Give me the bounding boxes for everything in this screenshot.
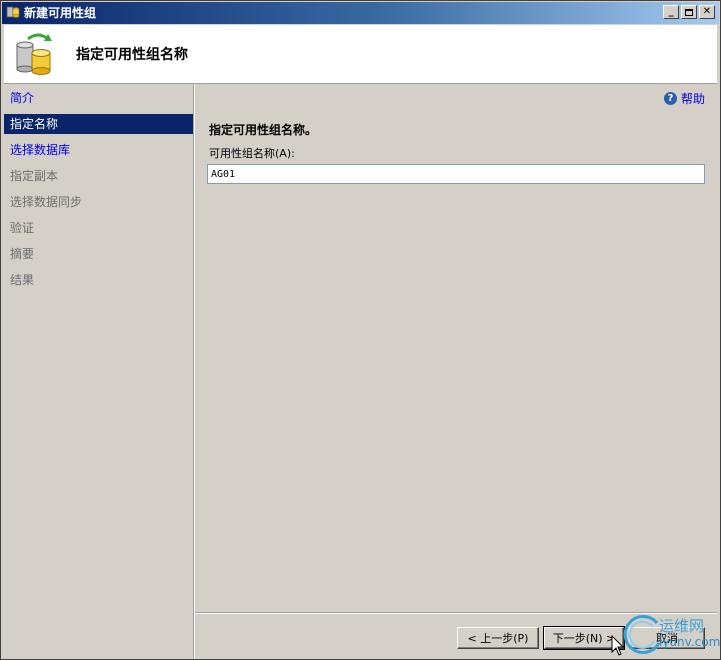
- window-controls: _ ✕: [663, 5, 715, 19]
- maximize-button[interactable]: [681, 5, 697, 19]
- help-icon: ?: [663, 92, 677, 105]
- watermark-logo-icon: [623, 615, 661, 654]
- sidebar-item-data-sync: 选择数据同步: [10, 195, 83, 209]
- mouse-cursor-icon: [611, 635, 625, 656]
- sidebar-item-specify-replicas: 指定副本: [10, 169, 59, 183]
- database-app-icon: [6, 6, 20, 18]
- database-sync-icon: [16, 33, 52, 75]
- sidebar-item-summary: 摘要: [10, 247, 35, 261]
- window-title: 新建可用性组: [24, 6, 97, 20]
- title-bar[interactable]: 新建可用性组 _ ✕: [2, 2, 719, 24]
- watermark-text-cn: 运维网: [659, 617, 705, 635]
- close-button[interactable]: ✕: [699, 5, 715, 19]
- main-panel: ? 帮助 指定可用性组名称。 可用性组名称(A):: [195, 84, 717, 612]
- wizard-navigation: 简介 指定名称 选择数据库 指定副本 选择数据同步 验证 摘要 结果: [4, 84, 193, 656]
- maximize-icon: [685, 8, 693, 16]
- sidebar-item-intro[interactable]: 简介: [4, 88, 193, 108]
- sidebar-item-validation: 验证: [10, 221, 35, 235]
- wizard-header: 指定可用性组名称: [4, 25, 717, 84]
- minimize-icon: _: [668, 6, 674, 17]
- wizard-window: 新建可用性组 _ ✕ 指定可用性组名称 简介 指定名称 选择数据库 指定副本 选…: [0, 0, 721, 660]
- help-label: 帮助: [680, 92, 705, 106]
- close-icon: ✕: [702, 6, 712, 17]
- watermark: 运维网 iyunv.com: [619, 613, 721, 659]
- sidebar-item-results: 结果: [10, 273, 35, 287]
- header-title: 指定可用性组名称: [76, 47, 188, 63]
- section-title: 指定可用性组名称。: [209, 123, 318, 137]
- watermark-text-url: iyunv.com: [659, 635, 721, 649]
- sidebar-item-specify-name[interactable]: 指定名称: [4, 114, 193, 134]
- minimize-button[interactable]: _: [663, 5, 679, 19]
- help-link[interactable]: ? 帮助: [663, 90, 705, 107]
- ag-name-input[interactable]: [207, 164, 705, 184]
- ag-name-label: 可用性组名称(A):: [209, 147, 295, 160]
- previous-button[interactable]: < 上一步(P): [457, 627, 539, 649]
- sidebar-item-select-databases[interactable]: 选择数据库: [4, 140, 193, 160]
